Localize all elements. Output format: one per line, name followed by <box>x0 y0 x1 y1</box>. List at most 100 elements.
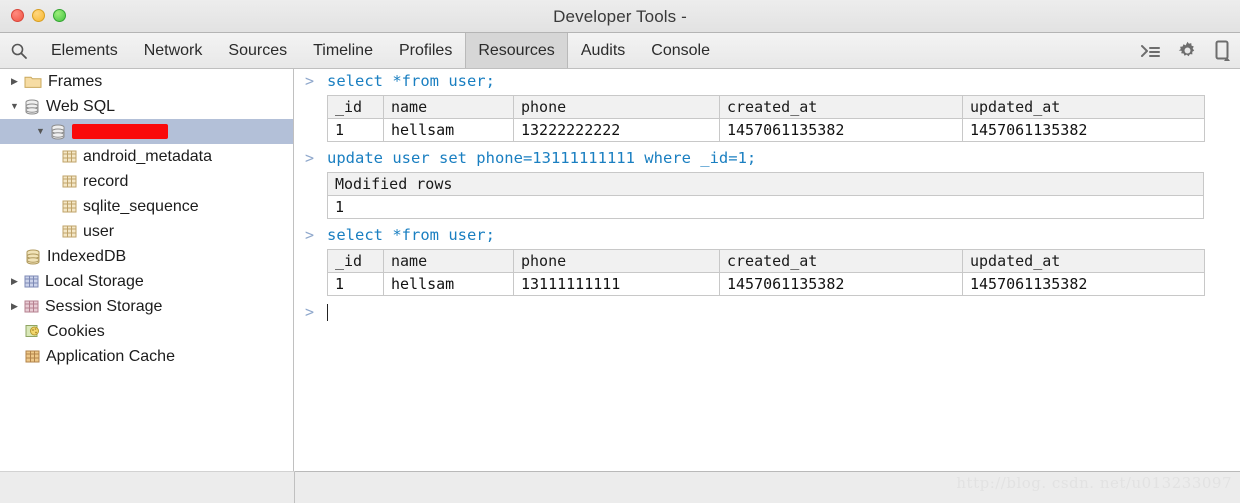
sidebar-item-frames[interactable]: ▶ Frames <box>0 69 293 94</box>
cell: 1 <box>327 118 384 142</box>
table-icon <box>62 149 77 164</box>
tab-console[interactable]: Console <box>638 33 723 68</box>
cookie-icon <box>25 324 41 339</box>
tab-sources[interactable]: Sources <box>215 33 300 68</box>
result-table: _id name phone created_at updated_at 1 h… <box>327 249 1205 296</box>
tab-elements[interactable]: Elements <box>38 33 131 68</box>
console-entry: > select *from user; _id name phone crea… <box>295 69 1240 142</box>
sidebar-item-label: Local Storage <box>45 272 144 290</box>
sidebar-item-local-storage[interactable]: ▶ Local Storage <box>0 269 293 294</box>
sidebar-item-label: Cookies <box>47 322 105 340</box>
result-table: _id name phone created_at updated_at 1 h… <box>327 95 1205 142</box>
command-text: select *from user; <box>327 72 495 90</box>
tab-profiles[interactable]: Profiles <box>386 33 465 68</box>
window-title: Developer Tools - <box>553 7 687 26</box>
grid-pink-icon <box>24 299 39 314</box>
console-entry: > update user set phone=13111111111 wher… <box>295 146 1240 219</box>
column-header: _id <box>327 249 384 273</box>
cell: 1457061135382 <box>719 118 963 142</box>
devtools-window: Developer Tools - Elements Network Sourc… <box>0 0 1240 503</box>
grid-blue-icon <box>24 274 39 289</box>
sidebar-item-database-selected[interactable]: ▼ <box>0 119 293 144</box>
sidebar-item-session-storage[interactable]: ▶ Session Storage <box>0 294 293 319</box>
tab-audits[interactable]: Audits <box>568 33 638 68</box>
chevron-down-icon[interactable]: ▼ <box>34 127 47 136</box>
console-entry: > select *from user; _id name phone crea… <box>295 223 1240 296</box>
cell: 1457061135382 <box>962 118 1205 142</box>
table-row: 1 hellsam 13111111111 1457061135382 1457… <box>327 272 1205 296</box>
redacted-database-name <box>72 124 168 139</box>
watermark: http://blog. csdn. net/u013233097 <box>956 474 1232 492</box>
sidebar-item-application-cache[interactable]: Application Cache <box>0 344 293 369</box>
cell: 1 <box>327 195 1204 219</box>
command-line[interactable]: > select *from user; <box>295 69 1240 94</box>
table-icon <box>62 174 77 189</box>
sidebar-item-label: Application Cache <box>46 347 175 365</box>
tab-resources[interactable]: Resources <box>465 33 568 68</box>
column-header: phone <box>513 249 720 273</box>
sidebar-item-label: android_metadata <box>83 147 212 165</box>
prompt-icon: > <box>305 72 315 90</box>
sidebar-item-label: IndexedDB <box>47 247 127 265</box>
cell: 1 <box>327 272 384 296</box>
sidebar-item-label: record <box>83 172 129 190</box>
sidebar-item-label: Session Storage <box>45 297 163 315</box>
query-console[interactable]: > select *from user; _id name phone crea… <box>295 69 1240 471</box>
table-icon <box>62 199 77 214</box>
console-drawer-icon[interactable] <box>1140 43 1161 59</box>
cell: hellsam <box>383 118 514 142</box>
sidebar-item-user[interactable]: user <box>0 219 293 244</box>
command-text: update user set phone=13111111111 where … <box>327 149 757 167</box>
sidebar-item-sqlite-sequence[interactable]: sqlite_sequence <box>0 194 293 219</box>
sidebar-status-bar <box>0 471 295 503</box>
table-header-row: Modified rows <box>327 172 1204 196</box>
prompt-icon: > <box>305 226 315 244</box>
sidebar-item-android-metadata[interactable]: android_metadata <box>0 144 293 169</box>
database-icon <box>25 249 41 265</box>
sidebar-item-cookies[interactable]: Cookies <box>0 319 293 344</box>
grid-orange-icon <box>25 349 40 364</box>
gear-icon[interactable] <box>1177 40 1198 61</box>
database-icon <box>50 124 66 140</box>
column-header: name <box>383 249 514 273</box>
column-header: created_at <box>719 95 963 119</box>
toolbar: Elements Network Sources Timeline Profil… <box>0 33 1240 69</box>
result-table: Modified rows 1 <box>327 172 1204 219</box>
table-row: 1 <box>327 195 1204 219</box>
column-header: name <box>383 95 514 119</box>
search-icon[interactable] <box>0 33 38 68</box>
column-header: Modified rows <box>327 172 1204 196</box>
prompt-icon: > <box>305 303 315 321</box>
command-line[interactable]: > select *from user; <box>295 223 1240 248</box>
tab-network[interactable]: Network <box>131 33 216 68</box>
chevron-right-icon[interactable]: ▶ <box>8 77 21 86</box>
tab-timeline[interactable]: Timeline <box>300 33 386 68</box>
prompt-icon: > <box>305 149 315 167</box>
sidebar-item-indexeddb[interactable]: IndexedDB <box>0 244 293 269</box>
cell: 1457061135382 <box>719 272 963 296</box>
sidebar-item-web-sql[interactable]: ▼ Web SQL <box>0 94 293 119</box>
column-header: _id <box>327 95 384 119</box>
chevron-right-icon[interactable]: ▶ <box>8 302 21 311</box>
toolbar-right-icons <box>1140 33 1240 68</box>
resources-sidebar[interactable]: ▶ Frames ▼ Web SQL ▼ android_metadata re… <box>0 69 294 503</box>
chevron-right-icon[interactable]: ▶ <box>8 277 21 286</box>
device-toolbar-icon[interactable] <box>1214 40 1230 61</box>
table-header-row: _id name phone created_at updated_at <box>327 95 1205 119</box>
command-text: select *from user; <box>327 226 495 244</box>
database-icon <box>24 99 40 115</box>
cell: 13222222222 <box>513 118 720 142</box>
console-input-line[interactable]: > <box>295 300 1240 325</box>
sidebar-item-record[interactable]: record <box>0 169 293 194</box>
chevron-down-icon[interactable]: ▼ <box>8 102 21 111</box>
sidebar-item-label: Frames <box>48 72 103 90</box>
table-header-row: _id name phone created_at updated_at <box>327 249 1205 273</box>
text-caret <box>327 304 328 321</box>
sidebar-item-label: user <box>83 222 115 240</box>
column-header: phone <box>513 95 720 119</box>
cell: hellsam <box>383 272 514 296</box>
cell: 1457061135382 <box>962 272 1205 296</box>
folder-icon <box>24 74 42 89</box>
column-header: created_at <box>719 249 963 273</box>
command-line[interactable]: > update user set phone=13111111111 wher… <box>295 146 1240 171</box>
